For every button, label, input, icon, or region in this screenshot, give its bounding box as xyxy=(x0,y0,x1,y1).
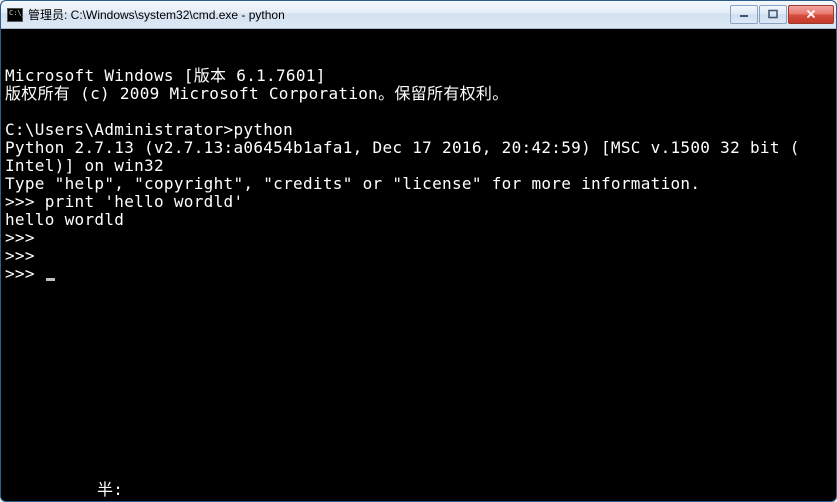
terminal-line xyxy=(5,103,832,121)
cmd-icon xyxy=(7,8,23,22)
terminal-line: Intel)] on win32 xyxy=(5,157,832,175)
terminal-line: 版权所有 (c) 2009 Microsoft Corporation。保留所有… xyxy=(5,85,832,103)
window-title: 管理员: C:\Windows\system32\cmd.exe - pytho… xyxy=(28,6,730,23)
ime-status: 半: xyxy=(1,481,836,501)
window-controls xyxy=(730,5,834,25)
terminal-content: Microsoft Windows [版本 6.1.7601]版权所有 (c) … xyxy=(5,67,832,283)
cursor xyxy=(46,278,55,281)
minimize-button[interactable] xyxy=(730,5,758,24)
maximize-button[interactable] xyxy=(759,5,787,24)
titlebar[interactable]: 管理员: C:\Windows\system32\cmd.exe - pytho… xyxy=(1,1,836,29)
terminal-line: Python 2.7.13 (v2.7.13:a06454b1afa1, Dec… xyxy=(5,139,832,157)
terminal-line: >>> xyxy=(5,265,832,283)
terminal-line: Microsoft Windows [版本 6.1.7601] xyxy=(5,67,832,85)
terminal-area[interactable]: Microsoft Windows [版本 6.1.7601]版权所有 (c) … xyxy=(1,29,836,501)
cmd-window: 管理员: C:\Windows\system32\cmd.exe - pytho… xyxy=(0,0,837,502)
terminal-line: >>> xyxy=(5,247,832,265)
terminal-line: Type "help", "copyright", "credits" or "… xyxy=(5,175,832,193)
terminal-line: >>> print 'hello wordld' xyxy=(5,193,832,211)
terminal-line: hello wordld xyxy=(5,211,832,229)
terminal-line: >>> xyxy=(5,229,832,247)
close-button[interactable] xyxy=(788,5,834,24)
terminal-line: C:\Users\Administrator>python xyxy=(5,121,832,139)
